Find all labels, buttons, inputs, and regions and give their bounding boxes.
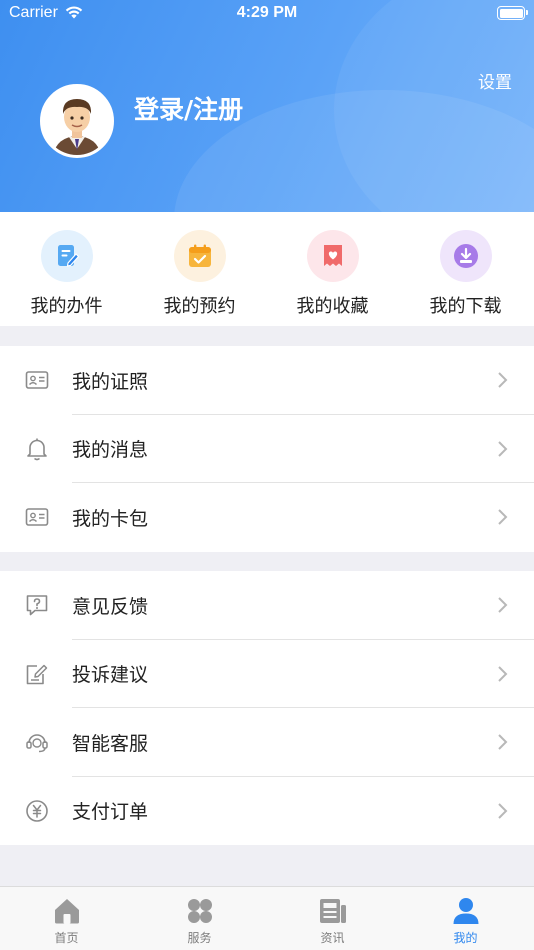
clock: 4:29 PM <box>236 4 298 21</box>
menu-item-my-certificates[interactable]: 我的证照 <box>0 346 534 415</box>
quick-action-label: 我的收藏 <box>296 296 369 317</box>
menu-item-label: 我的卡包 <box>72 507 149 530</box>
menu-item-my-messages[interactable]: 我的消息 <box>0 415 534 483</box>
tab-label: 服务 <box>187 931 212 945</box>
tab-services[interactable]: 服务 <box>133 895 266 946</box>
chevron-right-icon <box>498 441 508 457</box>
profile-header: Carrier 4:29 PM 设置 登录/注册 <box>0 0 534 212</box>
tab-label: 首页 <box>54 931 79 945</box>
quick-action-my-downloads[interactable]: 我的下载 <box>399 230 532 318</box>
menu-item-label: 投诉建议 <box>72 664 149 687</box>
news-icon <box>319 899 346 923</box>
menu-item-label: 意见反馈 <box>72 595 149 618</box>
chevron-right-icon <box>498 734 508 750</box>
quick-action-my-favorites[interactable]: 我的收藏 <box>266 230 399 318</box>
document-edit-icon <box>40 230 93 282</box>
tab-home[interactable]: 首页 <box>0 895 133 946</box>
menu-item-smart-customer-service[interactable]: 智能客服 <box>0 708 534 777</box>
avatar[interactable] <box>40 84 114 158</box>
complaint-edit-icon <box>26 664 48 685</box>
tab-bar: 首页 服务 资讯 我的 <box>0 886 534 950</box>
menu-item-feedback[interactable]: 意见反馈 <box>0 571 534 640</box>
chevron-right-icon <box>498 597 508 613</box>
bell-icon <box>27 438 47 461</box>
tab-news[interactable]: 资讯 <box>266 895 399 946</box>
menu-item-complaints[interactable]: 投诉建议 <box>0 640 534 708</box>
menu-item-label: 支付订单 <box>72 801 149 824</box>
person-icon <box>453 898 478 924</box>
home-icon <box>54 899 79 924</box>
quick-action-label: 我的预约 <box>163 296 236 317</box>
status-bar: Carrier 4:29 PM <box>0 0 534 28</box>
yuan-icon <box>26 799 48 822</box>
settings-link[interactable]: 设置 <box>478 68 512 93</box>
menu-item-label: 智能客服 <box>72 732 149 755</box>
quick-actions: 我的办件 我的预约 我的收藏 我的下载 <box>0 212 534 326</box>
menu-item-my-card-wallet[interactable]: 我的卡包 <box>0 483 534 552</box>
tab-mine[interactable]: 我的 <box>399 895 532 946</box>
avatar-illustration <box>43 87 111 155</box>
headset-icon <box>26 734 48 753</box>
menu-item-payment-orders[interactable]: 支付订单 <box>0 777 534 846</box>
card-wallet-icon <box>25 508 49 527</box>
feedback-question-icon <box>26 595 48 616</box>
login-register-link[interactable]: 登录/注册 <box>134 90 243 126</box>
quick-action-my-appointments[interactable]: 我的预约 <box>133 230 266 318</box>
grid-icon <box>187 899 212 923</box>
tab-label: 我的 <box>453 931 478 945</box>
menu-item-label: 我的证照 <box>72 370 149 393</box>
quick-action-my-cases[interactable]: 我的办件 <box>0 230 133 318</box>
favorite-heart-icon <box>306 230 359 282</box>
menu-group-services: 意见反馈 投诉建议 智能客服 支付订单 <box>0 571 534 845</box>
menu-group-my-items: 我的证照 我的消息 我的卡包 <box>0 346 534 552</box>
chevron-right-icon <box>498 803 508 819</box>
chevron-right-icon <box>498 509 508 525</box>
tab-label: 资讯 <box>320 931 345 945</box>
battery-icon <box>497 6 528 20</box>
id-card-icon <box>25 371 49 390</box>
download-tray-icon <box>439 230 492 282</box>
chevron-right-icon <box>498 666 508 682</box>
quick-action-label: 我的下载 <box>429 296 502 317</box>
menu-item-label: 我的消息 <box>72 439 149 462</box>
calendar-check-icon <box>173 230 226 282</box>
quick-action-label: 我的办件 <box>30 296 103 317</box>
chevron-right-icon <box>498 372 508 388</box>
